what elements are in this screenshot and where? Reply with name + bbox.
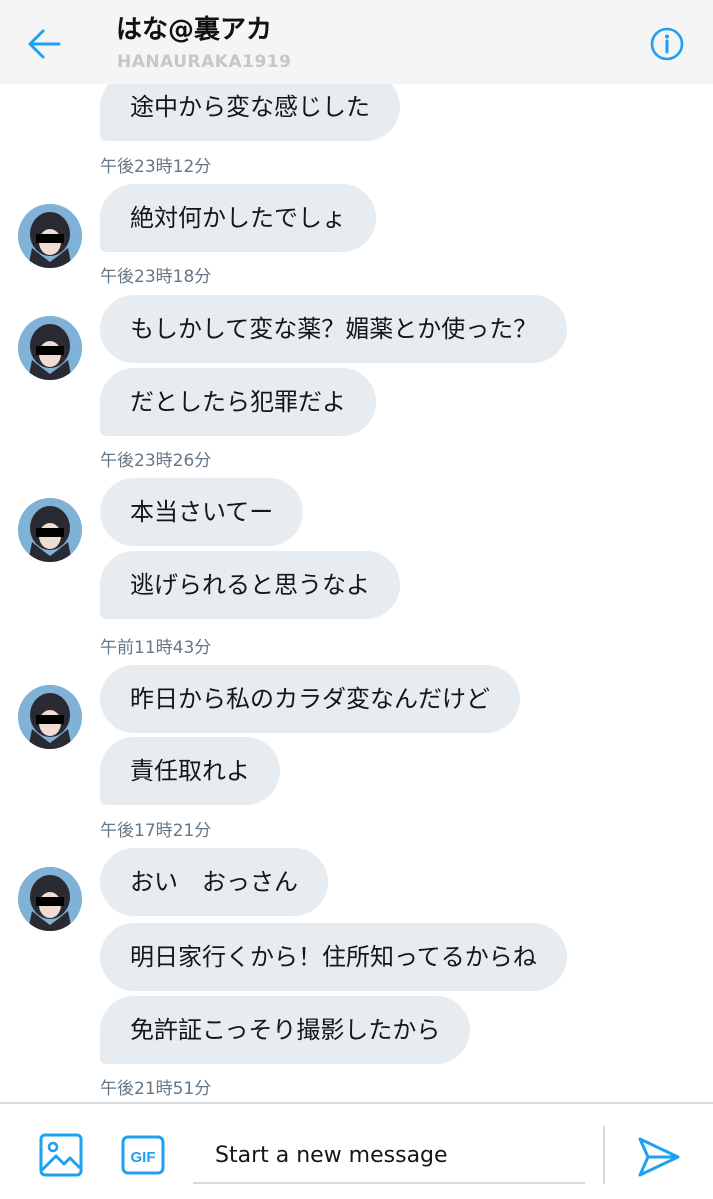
- avatar[interactable]: [18, 685, 82, 749]
- message-timestamp: 午後23時18分: [100, 267, 212, 287]
- message-timestamp: 午後17時21分: [100, 821, 212, 841]
- avatar[interactable]: [18, 498, 82, 562]
- conversation-header: はな@裏アカ HANAURAKA1919: [0, 0, 713, 84]
- message-input[interactable]: [193, 1128, 585, 1184]
- message-timestamp: 午後21時51分: [100, 1079, 212, 1099]
- avatar-image: [18, 685, 82, 749]
- avatar[interactable]: [18, 867, 82, 931]
- avatar-image: [18, 316, 82, 380]
- back-button[interactable]: [22, 22, 66, 66]
- message-bubble[interactable]: 本当さいてー: [100, 478, 304, 546]
- arrow-left-icon: [28, 29, 61, 59]
- gif-label: GIF: [131, 1149, 156, 1166]
- message-bubble[interactable]: 逃げられると思うなよ: [100, 551, 400, 619]
- image-icon: [39, 1133, 83, 1177]
- message-bubble[interactable]: だとしたら犯罪だよ: [100, 368, 376, 436]
- avatar[interactable]: [18, 316, 82, 380]
- message-timestamp: 午後23時26分: [100, 451, 212, 471]
- info-button[interactable]: [649, 26, 685, 62]
- composer-divider: [603, 1126, 605, 1184]
- conversation-handle: HANAURAKA1919: [117, 52, 292, 72]
- message-thread[interactable]: 途中から変な感じした 午後23時12分 絶対何かしたでしょ 午後23時18分 も…: [0, 84, 713, 1102]
- conversation-title: はな@裏アカ: [116, 15, 273, 45]
- message-bubble[interactable]: もしかして変な薬？媚薬とか使った？: [100, 295, 568, 363]
- add-media-button[interactable]: [38, 1132, 84, 1178]
- message-bubble[interactable]: おい おっさん: [100, 848, 328, 916]
- info-icon: [650, 27, 684, 61]
- message-bubble[interactable]: 絶対何かしたでしょ: [100, 184, 376, 252]
- message-bubble[interactable]: 途中から変な感じした: [100, 84, 400, 141]
- message-bubble[interactable]: 明日家行くから！住所知ってるからね: [100, 923, 567, 991]
- message-bubble[interactable]: 責任取れよ: [100, 737, 280, 805]
- message-timestamp: 午前11時43分: [100, 638, 212, 658]
- gif-icon: GIF: [121, 1135, 165, 1175]
- message-bubble[interactable]: 免許証こっそり撮影したから: [100, 996, 471, 1064]
- avatar-image: [18, 204, 82, 268]
- send-icon: [638, 1137, 680, 1177]
- avatar-image: [18, 867, 82, 931]
- send-button[interactable]: [636, 1134, 682, 1180]
- message-bubble[interactable]: 昨日から私のカラダ変なんだけど: [100, 665, 520, 733]
- message-composer: GIF: [0, 1102, 713, 1199]
- add-gif-button[interactable]: GIF: [121, 1135, 165, 1175]
- message-timestamp: 午後23時12分: [100, 157, 212, 177]
- avatar-image: [18, 498, 82, 562]
- avatar[interactable]: [18, 204, 82, 268]
